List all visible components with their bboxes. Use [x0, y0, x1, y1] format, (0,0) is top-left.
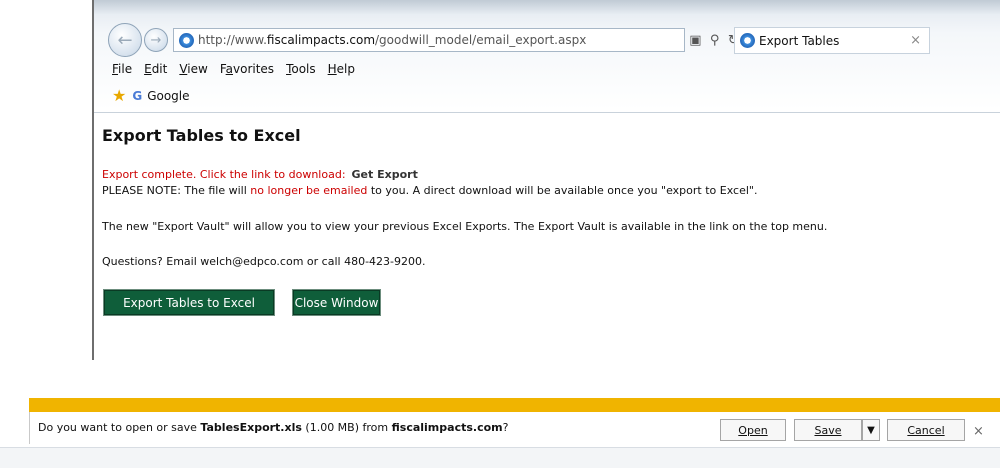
ie-page-icon	[179, 32, 194, 48]
address-bar[interactable]: http://www. fiscalimpacts.com/goodwill_mo…	[173, 28, 685, 52]
google-icon: G	[132, 88, 143, 103]
download-source: fiscalimpacts.com	[391, 421, 503, 434]
download-file-name: TablesExport.xls	[200, 421, 302, 434]
url-path: /goodwill_model/email_export.aspx	[375, 33, 587, 47]
save-options-dropdown[interactable]: ▼	[862, 419, 880, 441]
menu-file[interactable]: File	[112, 62, 132, 76]
compat-view-icon[interactable]: ▣	[689, 33, 701, 48]
download-file-size: (1.00 MB) from	[305, 421, 389, 434]
note-prefix: PLEASE NOTE: The file will	[102, 184, 247, 197]
questions-line: Questions? Email welch@edpco.com or call…	[102, 255, 426, 268]
menu-bar: File Edit View Favorites Tools Help	[112, 62, 355, 76]
download-message: Do you want to open or save TablesExport…	[38, 421, 509, 434]
cancel-button[interactable]: Cancel	[887, 419, 965, 441]
browser-window: ← → http://www. fiscalimpacts.com/goodwil…	[92, 0, 1000, 360]
export-tables-button[interactable]: Export Tables to Excel	[104, 290, 274, 315]
favorites-star-icon[interactable]: ★	[112, 86, 126, 105]
close-tab-icon[interactable]: ×	[910, 33, 921, 48]
export-status-line: Export complete. Click the link to downl…	[102, 168, 418, 181]
download-notification-bar: Do you want to open or save TablesExport…	[0, 398, 1000, 468]
note-line: PLEASE NOTE: The file will no longer be …	[102, 184, 757, 197]
arrow-left-icon: ←	[117, 29, 133, 51]
chrome-divider	[94, 112, 1000, 113]
vault-line: The new "Export Vault" will allow you to…	[102, 220, 828, 233]
open-button[interactable]: Open	[720, 419, 786, 441]
forward-button[interactable]: →	[144, 28, 168, 52]
note-highlight: no longer be emailed	[250, 184, 368, 197]
menu-help[interactable]: Help	[328, 62, 355, 76]
page-title: Export Tables to Excel	[102, 126, 301, 145]
export-complete-text: Export complete. Click the link to downl…	[102, 168, 346, 181]
menu-tools[interactable]: Tools	[286, 62, 316, 76]
browser-chrome: ← → http://www. fiscalimpacts.com/goodwil…	[94, 0, 1000, 110]
note-suffix: to you. A direct download will be availa…	[370, 184, 758, 197]
ie-tab-icon	[740, 33, 755, 48]
favorites-bar: ★ G Google	[112, 86, 190, 105]
notification-accent-bar	[29, 398, 1000, 412]
status-strip	[0, 447, 1000, 468]
tab-title: Export Tables	[759, 33, 840, 48]
url-prefix: http://www.	[198, 33, 267, 47]
close-window-button[interactable]: Close Window	[293, 290, 380, 315]
menu-favorites[interactable]: Favorites	[220, 62, 274, 76]
back-button[interactable]: ←	[108, 23, 142, 57]
title-strip	[94, 0, 1000, 14]
tab-export-tables[interactable]: Export Tables ×	[734, 27, 930, 54]
close-notification-icon[interactable]: ×	[973, 424, 984, 439]
menu-view[interactable]: View	[179, 62, 207, 76]
url-domain: fiscalimpacts.com	[266, 33, 376, 47]
arrow-right-icon: →	[150, 32, 162, 48]
save-button[interactable]: Save	[794, 419, 862, 441]
favorite-google[interactable]: Google	[147, 89, 189, 103]
search-icon[interactable]: ⚲	[710, 33, 720, 48]
menu-edit[interactable]: Edit	[144, 62, 167, 76]
get-export-link[interactable]: Get Export	[352, 168, 418, 181]
notification-body: Do you want to open or save TablesExport…	[29, 412, 1000, 444]
